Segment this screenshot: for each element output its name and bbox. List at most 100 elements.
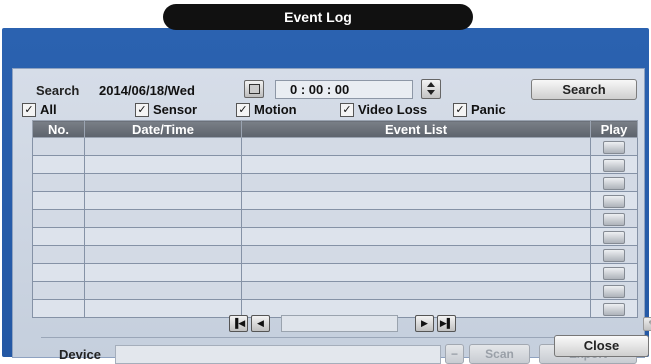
filter-all-checkbox[interactable]: ✓ All <box>22 102 57 118</box>
cell-datetime <box>84 137 242 156</box>
search-label: Search <box>36 83 80 98</box>
play-button[interactable] <box>603 249 625 262</box>
column-header-event-list: Event List <box>241 120 591 138</box>
cell-no <box>32 299 85 318</box>
cell-play <box>590 173 638 192</box>
cell-datetime <box>84 245 242 264</box>
play-button[interactable] <box>603 267 625 280</box>
filter-motion-checkbox[interactable]: ✓ Motion <box>236 102 297 118</box>
play-button[interactable] <box>603 195 625 208</box>
event-table: No. Date/Time Event List Play <box>32 120 638 318</box>
event-log-window: Search 2014/06/18/Wed 0 : 00 : 00 Search… <box>2 28 651 364</box>
checkmark-icon: ✓ <box>236 102 250 117</box>
cell-event <box>241 245 591 264</box>
table-row <box>32 227 638 246</box>
close-button[interactable]: Close <box>554 335 649 357</box>
prev-page-icon[interactable]: ◀ <box>251 315 270 332</box>
cell-event <box>241 263 591 282</box>
cell-no <box>32 227 85 246</box>
checkmark-icon: ✓ <box>22 102 36 117</box>
cell-event <box>241 227 591 246</box>
device-field[interactable] <box>115 345 441 364</box>
cell-datetime <box>84 281 242 300</box>
play-button[interactable] <box>603 177 625 190</box>
filter-motion-label: Motion <box>254 102 297 117</box>
cell-datetime <box>84 299 242 318</box>
filter-sensor-checkbox[interactable]: ✓ Sensor <box>135 102 197 118</box>
checkmark-icon: ✓ <box>453 102 467 117</box>
cell-datetime <box>84 263 242 282</box>
divider <box>41 337 634 338</box>
cell-datetime <box>84 209 242 228</box>
cell-datetime <box>84 173 242 192</box>
filter-video-loss-label: Video Loss <box>358 102 428 117</box>
table-row <box>32 245 638 264</box>
cell-play <box>590 263 638 282</box>
cell-play <box>590 299 638 318</box>
play-button[interactable] <box>603 303 625 316</box>
minus-icon[interactable]: − <box>445 344 464 364</box>
cell-no <box>32 209 85 228</box>
next-page-icon[interactable]: ▶ <box>415 315 434 332</box>
table-row <box>32 281 638 300</box>
play-button[interactable] <box>603 285 625 298</box>
filter-sensor-label: Sensor <box>153 102 198 117</box>
cell-no <box>32 137 85 156</box>
page-input[interactable]: ✎ <box>281 315 651 332</box>
search-button[interactable]: Search <box>531 79 637 100</box>
cell-event <box>241 137 591 156</box>
calendar-icon[interactable] <box>244 80 264 98</box>
table-row <box>32 155 638 174</box>
cell-event <box>241 155 591 174</box>
search-time-value: 0 : 00 : 00 <box>290 82 350 97</box>
cell-datetime <box>84 227 242 246</box>
table-row <box>32 173 638 192</box>
event-log-panel: Search 2014/06/18/Wed 0 : 00 : 00 Search… <box>12 68 651 364</box>
cell-no <box>32 245 85 264</box>
cell-play <box>590 245 638 264</box>
table-row <box>32 191 638 210</box>
cell-event <box>241 173 591 192</box>
cell-play <box>590 137 638 156</box>
cell-play <box>590 191 638 210</box>
cell-play <box>590 227 638 246</box>
cell-play <box>590 209 638 228</box>
play-button[interactable] <box>603 159 625 172</box>
table-row <box>32 263 638 282</box>
first-page-icon[interactable]: ▐◀ <box>229 315 248 332</box>
checkmark-icon: ✓ <box>135 102 149 117</box>
go-page-icon[interactable]: ✎ <box>643 317 651 331</box>
cell-event <box>241 191 591 210</box>
column-header-datetime: Date/Time <box>84 120 242 138</box>
cell-no <box>32 155 85 174</box>
play-button[interactable] <box>603 141 625 154</box>
cell-no <box>32 263 85 282</box>
column-header-no: No. <box>32 120 85 138</box>
column-header-play: Play <box>590 120 638 138</box>
spinner-icon[interactable] <box>421 79 441 99</box>
cell-play <box>590 281 638 300</box>
device-label: Device <box>59 347 101 362</box>
checkmark-icon: ✓ <box>340 102 354 117</box>
cell-no <box>32 191 85 210</box>
search-date-field[interactable]: 2014/06/18/Wed <box>99 83 195 98</box>
cell-no <box>32 173 85 192</box>
table-row <box>32 209 638 228</box>
window-title: Event Log <box>163 4 473 30</box>
table-row <box>32 137 638 156</box>
search-time-field[interactable]: 0 : 00 : 00 <box>275 80 413 99</box>
cell-event <box>241 209 591 228</box>
filter-video-loss-checkbox[interactable]: ✓ Video Loss <box>340 102 427 118</box>
cell-no <box>32 281 85 300</box>
filter-panic-checkbox[interactable]: ✓ Panic <box>453 102 506 118</box>
filter-panic-label: Panic <box>471 102 506 117</box>
cell-play <box>590 155 638 174</box>
scan-button[interactable]: Scan <box>469 344 530 364</box>
cell-datetime <box>84 155 242 174</box>
filter-all-label: All <box>40 102 57 117</box>
play-button[interactable] <box>603 231 625 244</box>
cell-event <box>241 281 591 300</box>
cell-datetime <box>84 191 242 210</box>
play-button[interactable] <box>603 213 625 226</box>
last-page-icon[interactable]: ▶▌ <box>437 315 456 332</box>
